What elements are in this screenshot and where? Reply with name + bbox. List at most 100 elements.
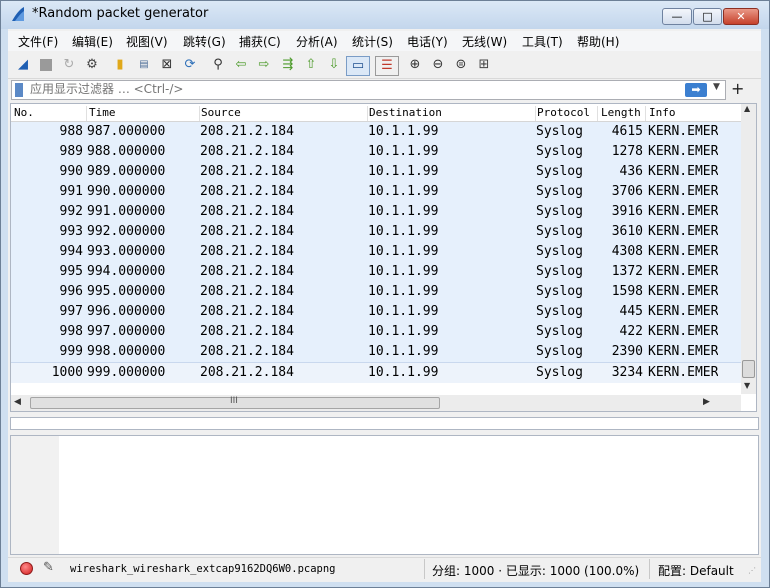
colorize-icon[interactable]: ☰ [375, 56, 399, 76]
minimize-icon: — [671, 10, 683, 23]
save-file-icon[interactable]: ▤ [135, 56, 153, 74]
packet-length: 1278 [611, 144, 643, 159]
packet-destination: 10.1.1.99 [368, 124, 439, 139]
packet-time: 990.000000 [87, 184, 166, 199]
packet-destination: 10.1.1.99 [368, 264, 439, 279]
vertical-scrollbar[interactable] [741, 104, 756, 394]
table-row[interactable]: 994 993.000000 208.21.2.184 10.1.1.99 Syslog… [11, 242, 741, 262]
resize-grip-icon[interactable]: ⋰ [748, 567, 758, 578]
filter-dropdown-icon[interactable]: ▼ [713, 82, 720, 92]
packet-info: KERN.EMER [648, 284, 718, 299]
menu-view[interactable]: 视图(V) [126, 33, 168, 50]
packet-time: 995.000000 [87, 284, 166, 299]
packet-source: 208.21.2.184 [200, 164, 294, 179]
menu-wireless[interactable]: 无线(W) [462, 33, 507, 50]
capture-comment-icon[interactable]: ✎ [43, 560, 54, 575]
packet-time: 994.000000 [87, 264, 166, 279]
column-header-destination[interactable]: Destination [369, 106, 536, 121]
packet-details-pane[interactable] [10, 417, 759, 430]
close-file-icon[interactable]: ⊠ [158, 56, 176, 74]
status-profile[interactable]: 配置: Default [658, 562, 734, 579]
maximize-button[interactable]: □ [693, 8, 722, 25]
resize-columns-icon[interactable]: ⊞ [475, 56, 493, 74]
go-to-packet-icon[interactable]: ⇶ [279, 56, 297, 74]
stop-capture-icon[interactable] [37, 56, 55, 74]
table-row[interactable]: 989 988.000000 208.21.2.184 10.1.1.99 Syslog… [11, 142, 741, 162]
scroll-left-icon[interactable]: ◀ [14, 397, 21, 407]
table-row[interactable]: 996 995.000000 208.21.2.184 10.1.1.99 Syslog… [11, 282, 741, 302]
scroll-down-icon[interactable]: ▼ [744, 381, 750, 390]
filter-bookmark-icon[interactable] [15, 83, 23, 97]
open-file-icon[interactable]: ▮ [111, 56, 129, 74]
packet-protocol: Syslog [536, 224, 583, 239]
table-row[interactable]: 991 990.000000 208.21.2.184 10.1.1.99 Syslog… [11, 182, 741, 202]
packet-bytes-pane[interactable] [10, 435, 759, 555]
minimize-button[interactable]: — [662, 8, 692, 25]
packet-destination: 10.1.1.99 [368, 144, 439, 159]
display-filter-input[interactable] [30, 81, 670, 97]
apply-filter-icon[interactable]: ➡ [685, 83, 707, 97]
expert-info-led-icon[interactable] [20, 562, 33, 575]
vertical-scroll-thumb[interactable] [742, 360, 755, 378]
go-back-icon[interactable]: ⇦ [232, 56, 250, 74]
status-packet-stats: 分组: 1000 · 已显示: 1000 (100.0%) [432, 564, 640, 578]
zoom-normal-icon[interactable]: ⊜ [452, 56, 470, 74]
packet-destination: 10.1.1.99 [368, 184, 439, 199]
table-row[interactable]: 993 992.000000 208.21.2.184 10.1.1.99 Syslog… [11, 222, 741, 242]
packet-info: KERN.EMER [648, 124, 718, 139]
column-header-no[interactable]: No. [14, 106, 87, 121]
column-header-info[interactable]: Info [649, 106, 739, 121]
start-capture-icon[interactable]: ◢ [14, 56, 32, 74]
add-filter-button[interactable]: + [731, 79, 744, 98]
packet-time: 987.000000 [87, 124, 166, 139]
close-button[interactable]: ✕ [723, 8, 759, 25]
packet-destination: 10.1.1.99 [368, 224, 439, 239]
column-header-protocol[interactable]: Protocol [537, 106, 598, 121]
menu-analyze[interactable]: 分析(A) [296, 33, 338, 50]
menu-statistics[interactable]: 统计(S) [352, 33, 393, 50]
column-header-source[interactable]: Source [201, 106, 368, 121]
go-forward-icon[interactable]: ⇨ [255, 56, 273, 74]
table-row[interactable]: 999 998.000000 208.21.2.184 10.1.1.99 Syslog… [11, 342, 741, 362]
capture-options-icon[interactable]: ⚙ [83, 56, 101, 74]
table-row[interactable]: 997 996.000000 208.21.2.184 10.1.1.99 Syslog… [11, 302, 741, 322]
packet-source: 208.21.2.184 [200, 264, 294, 279]
packet-protocol: Syslog [536, 204, 583, 219]
packet-no: 992 [59, 204, 83, 219]
table-row[interactable]: 990 989.000000 208.21.2.184 10.1.1.99 Syslog… [11, 162, 741, 182]
table-row[interactable]: 995 994.000000 208.21.2.184 10.1.1.99 Syslog… [11, 262, 741, 282]
packet-info: KERN.EMER [648, 264, 718, 279]
column-header-length[interactable]: Length [601, 106, 646, 121]
menu-help[interactable]: 帮助(H) [577, 33, 619, 50]
packet-source: 208.21.2.184 [200, 365, 294, 380]
zoom-in-icon[interactable]: ⊕ [406, 56, 424, 74]
menu-tools[interactable]: 工具(T) [522, 33, 563, 50]
menu-capture[interactable]: 捕获(C) [239, 33, 281, 50]
table-row[interactable]: 998 997.000000 208.21.2.184 10.1.1.99 Syslog… [11, 322, 741, 342]
table-row[interactable]: 1000 999.000000 208.21.2.184 10.1.1.99 Syslo… [11, 362, 741, 383]
go-last-icon[interactable]: ⇩ [325, 56, 343, 74]
go-first-icon[interactable]: ⇧ [302, 56, 320, 74]
scroll-right-icon[interactable]: ▶ [703, 397, 710, 407]
find-packet-icon[interactable]: ⚲ [209, 56, 227, 74]
packet-time: 992.000000 [87, 224, 166, 239]
packet-destination: 10.1.1.99 [368, 344, 439, 359]
packet-info: KERN.EMER [648, 244, 718, 259]
menu-file[interactable]: 文件(F) [18, 33, 58, 50]
menu-telephony[interactable]: 电话(Y) [407, 33, 448, 50]
restart-capture-icon[interactable]: ↻ [60, 56, 78, 74]
window-title: *Random packet generator [32, 6, 209, 21]
table-row[interactable]: 992 991.000000 208.21.2.184 10.1.1.99 Syslog… [11, 202, 741, 222]
packet-no: 988 [59, 124, 83, 139]
scroll-up-icon[interactable]: ▲ [744, 104, 750, 113]
reload-file-icon[interactable]: ⟳ [181, 56, 199, 74]
packet-protocol: Syslog [536, 184, 583, 199]
packet-no: 989 [59, 144, 83, 159]
auto-scroll-icon[interactable]: ▭ [346, 56, 370, 76]
menu-go[interactable]: 跳转(G) [183, 33, 226, 50]
packet-destination: 10.1.1.99 [368, 164, 439, 179]
table-row[interactable]: 988 987.000000 208.21.2.184 10.1.1.99 Syslog… [11, 122, 741, 142]
zoom-out-icon[interactable]: ⊖ [429, 56, 447, 74]
column-header-time[interactable]: Time [89, 106, 200, 121]
menu-edit[interactable]: 编辑(E) [72, 33, 113, 50]
